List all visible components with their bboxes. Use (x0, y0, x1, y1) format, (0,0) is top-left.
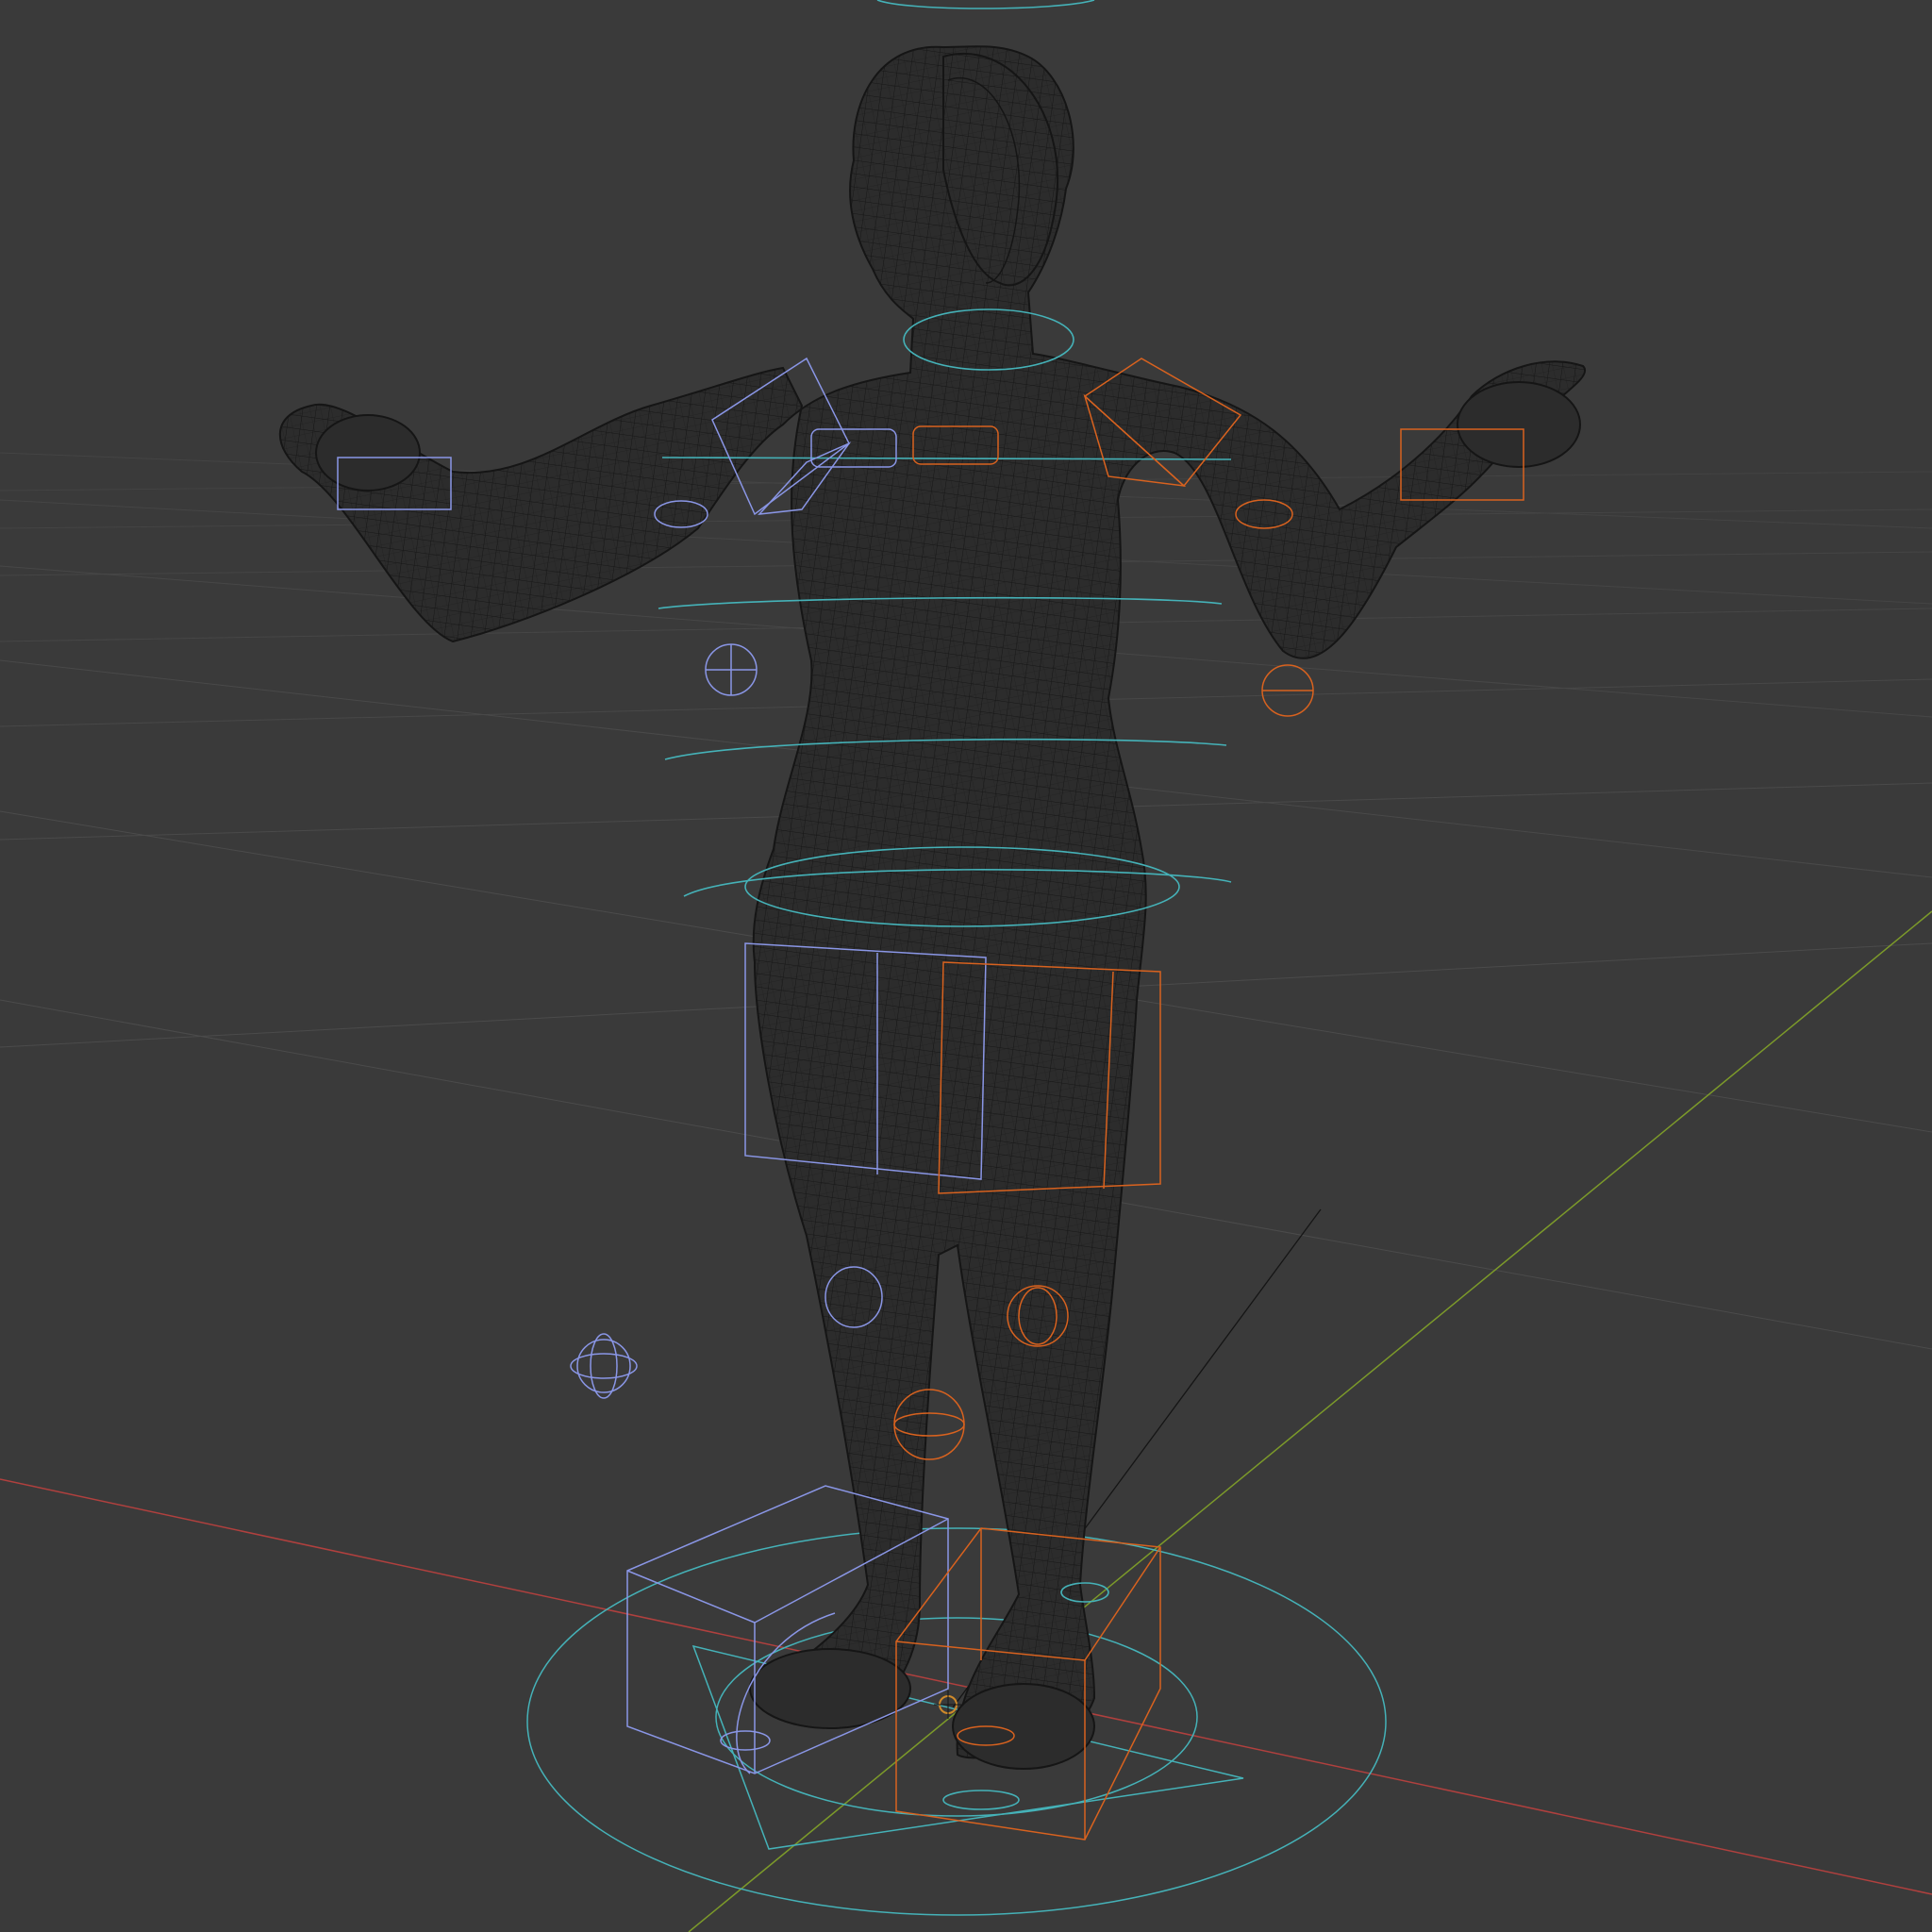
hand-left (315, 414, 421, 491)
character-mesh[interactable] (278, 45, 1586, 1770)
x-axis-line (0, 1478, 1932, 1895)
hand-right (1457, 381, 1581, 468)
viewport-canvas[interactable] (0, 0, 1932, 1932)
3d-viewport[interactable] (0, 0, 1932, 1932)
foot-right (952, 1683, 1095, 1770)
